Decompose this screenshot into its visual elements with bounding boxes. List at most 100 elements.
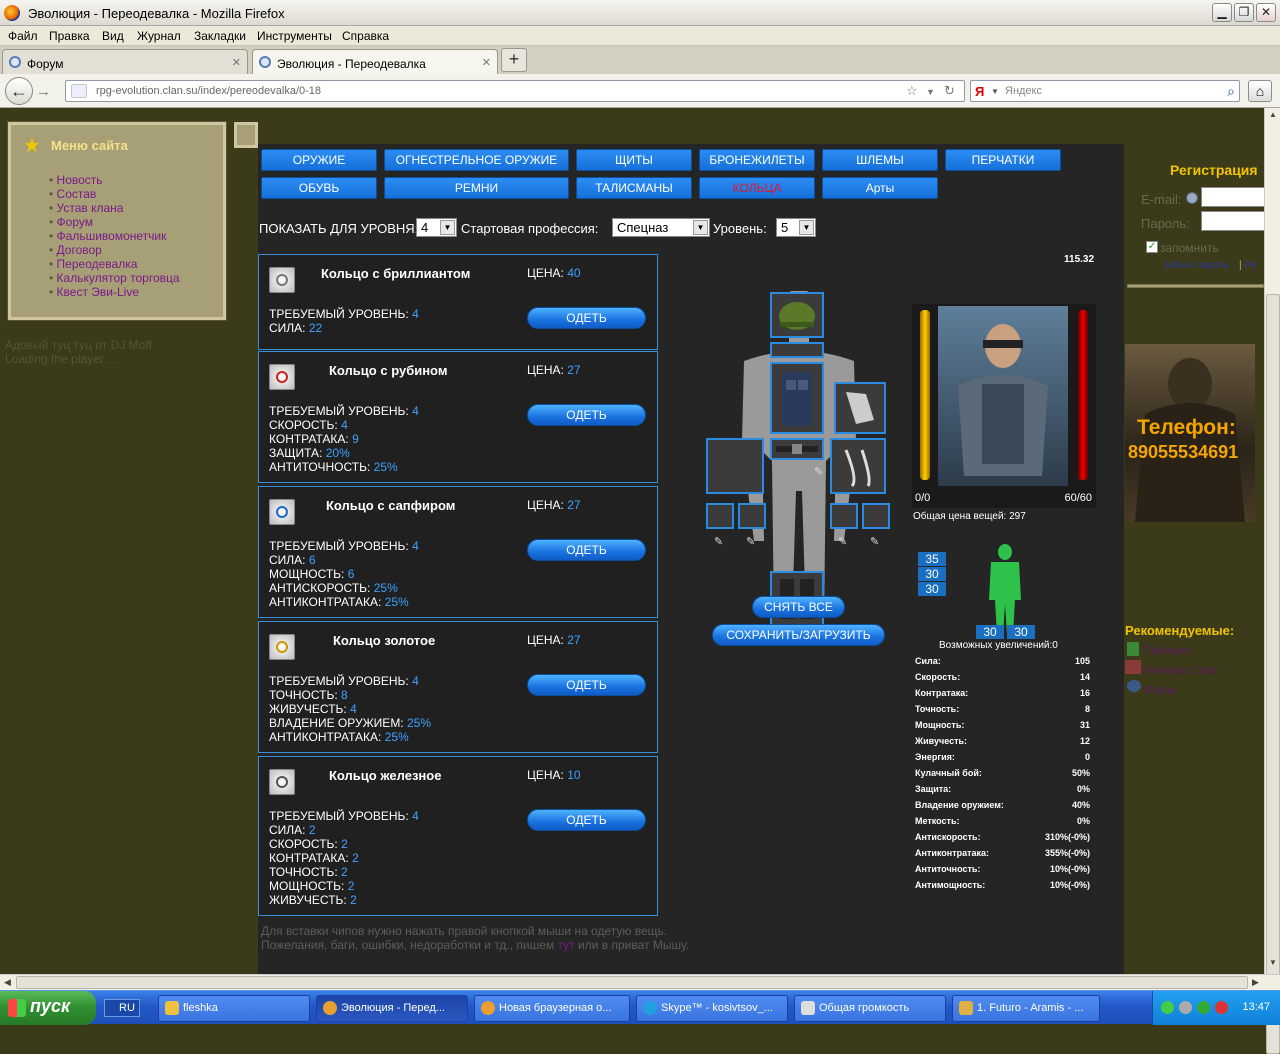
vertical-scrollbar[interactable]: ▲ ▼ — [1264, 108, 1280, 1054]
category-rings-button[interactable]: КОЛЬЦА — [699, 177, 815, 199]
category-boots-button[interactable]: ОБУВЬ — [261, 177, 377, 199]
task-fleshka[interactable]: fleshka — [158, 995, 310, 1022]
category-shields-button[interactable]: ЩИТЫ — [576, 149, 692, 171]
start-button[interactable]: пуск — [0, 991, 96, 1025]
site-menu-item[interactable]: Устав клана — [49, 201, 180, 215]
category-helmets-button[interactable]: ШЛЕМЫ — [822, 149, 938, 171]
chip-edit-icon[interactable]: ✎ — [746, 535, 755, 548]
scroll-down-icon[interactable]: ▼ — [1267, 958, 1279, 972]
site-menu-item[interactable]: Новость — [49, 173, 180, 187]
slot-weapon-left[interactable] — [706, 438, 764, 494]
site-menu-item[interactable]: Переодевалка — [49, 257, 180, 271]
url-text[interactable]: rpg-evolution.clan.su/index/pereodevalka… — [96, 85, 321, 97]
slot-ring[interactable] — [706, 503, 734, 529]
email-input[interactable] — [1201, 187, 1264, 207]
new-tab-button[interactable]: + — [501, 48, 527, 72]
yandex-engine-icon[interactable]: Я — [975, 84, 984, 99]
task-skype[interactable]: Skype™ - kosivtsov_... — [636, 995, 788, 1022]
site-menu-item[interactable]: Фальшивомонетчик — [49, 229, 180, 243]
language-indicator[interactable]: RU — [104, 999, 140, 1017]
profession-select[interactable]: Спецназ ▼ — [612, 218, 710, 237]
forward-button[interactable]: → — [36, 83, 51, 100]
equip-button[interactable]: ОДЕТЬ — [527, 307, 646, 329]
engine-dropdown-icon[interactable]: ▼ — [991, 87, 999, 96]
search-input[interactable]: Яндекс — [1005, 85, 1042, 97]
ring-gold-icon[interactable] — [269, 634, 295, 660]
site-menu-item[interactable]: Форум — [49, 215, 180, 229]
level-filter-select[interactable]: 4 ▼ — [416, 218, 457, 237]
slot-vest[interactable] — [770, 362, 824, 434]
tray-antivirus-icon[interactable] — [1215, 1001, 1228, 1014]
category-belts-button[interactable]: РЕМНИ — [384, 177, 569, 199]
forgot-password-link[interactable]: Забыл пароль — [1163, 260, 1229, 271]
category-weapons-button[interactable]: ОРУЖИЕ — [261, 149, 377, 171]
remove-all-button[interactable]: СНЯТЬ ВСЕ — [752, 596, 845, 618]
menu-view[interactable]: Вид — [102, 29, 124, 43]
menu-bookmarks[interactable]: Закладки — [194, 29, 246, 43]
char-level-select[interactable]: 5 ▼ — [776, 218, 816, 237]
ring-diamond-icon[interactable] — [269, 267, 295, 293]
back-button[interactable]: ← — [5, 77, 33, 105]
site-menu-item[interactable]: Состав — [49, 187, 180, 201]
chip-edit-icon[interactable]: ✎ — [870, 535, 879, 548]
slot-weapon-right[interactable] — [830, 438, 886, 494]
close-window-button[interactable]: ✕ — [1256, 3, 1276, 22]
task-firefox-evolution[interactable]: Эволюция - Перед... — [316, 995, 468, 1022]
reload-icon[interactable]: ↻ — [944, 83, 955, 99]
tab-pereodevalka[interactable]: Эволюция - Переодевалка ✕ — [252, 49, 498, 75]
save-load-button[interactable]: СОХРАНИТЬ/ЗАГРУЗИТЬ — [712, 624, 885, 646]
category-arts-button[interactable]: Арты — [822, 177, 938, 199]
task-winamp[interactable]: 1. Futuro - Aramis - ... — [952, 995, 1100, 1022]
slot-belt[interactable] — [770, 438, 824, 460]
site-identity-icon[interactable] — [71, 84, 87, 98]
scroll-up-icon[interactable]: ▲ — [1267, 110, 1279, 124]
vertical-scroll-thumb[interactable] — [1266, 294, 1280, 1054]
slot-talisman[interactable] — [770, 342, 824, 358]
horizontal-scrollbar[interactable]: ◀ ▶ — [0, 974, 1280, 990]
equip-button[interactable]: ОДЕТЬ — [527, 539, 646, 561]
tab-forum[interactable]: Форум ✕ — [2, 49, 248, 74]
phone-banner[interactable]: Телефон: 89055534691 — [1125, 344, 1255, 522]
site-menu-item[interactable]: Калькулятор торговца — [49, 271, 180, 285]
address-bar[interactable]: rpg-evolution.clan.su/index/pereodevalka… — [65, 80, 965, 102]
menu-file[interactable]: Файл — [8, 29, 38, 43]
menu-help[interactable]: Справка — [342, 29, 389, 43]
recommended-link[interactable]: Итачи — [1143, 683, 1176, 697]
task-firefox-new[interactable]: Новая браузерная о... — [474, 995, 630, 1022]
recommended-link[interactable]: Ночные Стаи — [1143, 663, 1217, 677]
tray-skype-icon[interactable] — [1197, 1001, 1210, 1014]
chip-edit-icon[interactable]: ✎ — [838, 535, 847, 548]
category-vests-button[interactable]: БРОНЕЖИЛЕТЫ — [699, 149, 815, 171]
recommended-link[interactable]: Принцес — [1143, 643, 1191, 657]
site-menu-item[interactable]: Квест Эви-Live — [49, 285, 180, 299]
remember-checkbox[interactable]: ✓ — [1146, 241, 1158, 253]
category-talismans-button[interactable]: ТАЛИСМАНЫ — [576, 177, 692, 199]
register-link[interactable]: Ре — [1245, 260, 1257, 271]
search-bar[interactable]: Я ▼ Яндекс ⌕ — [970, 80, 1240, 102]
ring-sapphire-icon[interactable] — [269, 499, 295, 525]
close-tab-icon[interactable]: ✕ — [482, 56, 491, 69]
ring-iron-icon[interactable] — [269, 769, 295, 795]
close-tab-icon[interactable]: ✕ — [232, 56, 241, 69]
bookmark-star-icon[interactable]: ☆ — [906, 83, 918, 99]
site-menu-item[interactable]: Договор — [49, 243, 180, 257]
category-gloves-button[interactable]: ПЕРЧАТКИ — [945, 149, 1061, 171]
equip-button[interactable]: ОДЕТЬ — [527, 809, 646, 831]
feedback-link[interactable]: тут — [558, 938, 575, 952]
openid-icon[interactable] — [1186, 192, 1198, 204]
tray-network-icon[interactable] — [1161, 1001, 1174, 1014]
slot-ring[interactable] — [830, 503, 858, 529]
password-input[interactable] — [1201, 211, 1264, 231]
chip-edit-icon[interactable]: ✎ — [814, 465, 823, 478]
slot-ring[interactable] — [862, 503, 890, 529]
scroll-left-icon[interactable]: ◀ — [4, 977, 11, 988]
search-icon[interactable]: ⌕ — [1227, 83, 1235, 100]
ring-ruby-icon[interactable] — [269, 364, 295, 390]
slot-ring[interactable] — [738, 503, 766, 529]
scroll-right-icon[interactable]: ▶ — [1252, 977, 1259, 988]
url-history-dropdown-icon[interactable]: ▼ — [926, 87, 935, 97]
menu-tools[interactable]: Инструменты — [257, 29, 332, 43]
horizontal-scroll-thumb[interactable] — [16, 976, 1248, 989]
menu-edit[interactable]: Правка — [49, 29, 90, 43]
slot-helmet[interactable] — [770, 292, 824, 338]
